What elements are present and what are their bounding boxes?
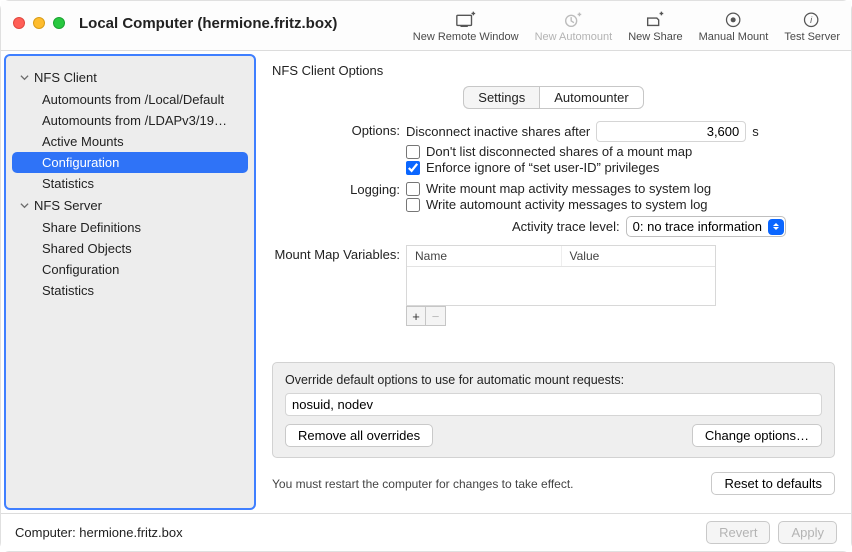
test-server-icon: i [801,9,823,29]
toolbar-label: Manual Mount [699,31,769,43]
toolbar: New Remote Window New Automount New Shar… [412,7,841,43]
log-automount-checkbox[interactable] [406,198,420,212]
override-options-input[interactable] [285,393,822,416]
sidebar-item[interactable]: Shared Objects [6,238,254,259]
log-automount-checkbox-row[interactable]: Write automount activity messages to sys… [406,197,835,212]
chevron-down-icon [20,198,30,213]
sidebar-item[interactable]: Share Definitions [6,217,254,238]
tab-settings[interactable]: Settings [463,86,539,109]
mmv-add-button[interactable]: + [406,306,426,326]
sidebar-item[interactable]: Statistics [6,173,254,194]
manual-mount-button[interactable]: Manual Mount [698,7,770,43]
tab-automounter[interactable]: Automounter [539,86,643,109]
checkbox-label: Enforce ignore of “set user-ID” privileg… [426,160,659,175]
zoom-window-button[interactable] [53,17,65,29]
checkbox-label: Write mount map activity messages to sys… [426,181,711,196]
log-mountmap-checkbox-row[interactable]: Write mount map activity messages to sys… [406,181,835,196]
mmv-controls: + − [406,306,716,326]
logging-label: Logging: [272,180,400,197]
mmv-col-value[interactable]: Value [562,246,716,266]
sidebar-item-configuration[interactable]: Configuration [12,152,248,173]
mmv-table: Name Value [406,245,716,306]
sidebar-item[interactable]: Statistics [6,280,254,301]
disconnect-unit: s [752,124,759,139]
minimize-window-button[interactable] [33,17,45,29]
checkbox-label: Write automount activity messages to sys… [426,197,708,212]
footer: Computer: hermione.fritz.box Revert Appl… [1,513,851,551]
options-label: Options: [272,121,400,138]
svg-text:i: i [810,15,813,25]
disconnect-label: Disconnect inactive shares after [406,124,590,139]
toolbar-label: New Share [628,31,682,43]
trace-level-label: Activity trace level: [512,219,620,234]
enforce-setuid-checkbox-row[interactable]: Enforce ignore of “set user-ID” privileg… [406,160,835,175]
window-title: Local Computer (hermione.fritz.box) [79,15,337,32]
trace-level-select[interactable]: 0: no trace information [626,216,786,237]
toolbar-label: New Automount [535,31,613,43]
new-remote-window-icon [455,9,477,29]
change-options-button[interactable]: Change options… [692,424,822,447]
options-row: Options: Disconnect inactive shares afte… [272,121,835,176]
new-automount-button: New Automount [534,7,614,43]
reset-defaults-button[interactable]: Reset to defaults [711,472,835,495]
plus-icon: + [412,309,420,324]
close-window-button[interactable] [13,17,25,29]
chevron-down-icon [20,70,30,85]
toolbar-label: New Remote Window [413,31,519,43]
mmv-label: Mount Map Variables: [272,245,400,262]
content-pane: NFS Client Options Settings Automounter … [256,51,851,513]
mmv-remove-button: − [426,306,446,326]
footer-computer-label: Computer: hermione.fritz.box [15,525,183,540]
disconnect-timeout-input[interactable] [596,121,746,142]
sidebar-item[interactable]: Automounts from /LDAPv3/19… [6,110,254,131]
main-split: NFS Client Automounts from /Local/Defaul… [1,51,851,513]
new-remote-window-button[interactable]: New Remote Window [412,7,520,43]
automounter-form: Options: Disconnect inactive shares afte… [272,121,835,495]
checkbox-label: Don't list disconnected shares of a moun… [426,144,692,159]
mmv-table-body[interactable] [407,267,715,305]
revert-button: Revert [706,521,770,544]
dont-list-checkbox[interactable] [406,145,420,159]
new-automount-icon [562,9,584,29]
sidebar-item[interactable]: Automounts from /Local/Default [6,89,254,110]
remove-overrides-button[interactable]: Remove all overrides [285,424,433,447]
sidebar: NFS Client Automounts from /Local/Defaul… [4,54,256,510]
toolbar-label: Test Server [784,31,840,43]
new-share-icon [644,9,666,29]
override-box: Override default options to use for auto… [272,362,835,458]
test-server-button[interactable]: i Test Server [783,7,841,43]
sidebar-item[interactable]: Active Mounts [6,131,254,152]
titlebar: Local Computer (hermione.fritz.box) New … [1,1,851,51]
mmv-col-name[interactable]: Name [407,246,562,266]
manual-mount-icon [723,9,745,29]
sidebar-group-nfs-client[interactable]: NFS Client [6,66,254,89]
override-title: Override default options to use for auto… [285,373,822,387]
new-share-button[interactable]: New Share [627,7,683,43]
mmv-table-header: Name Value [407,246,715,267]
window-traffic-lights [13,17,65,29]
log-mountmap-checkbox[interactable] [406,182,420,196]
minus-icon: − [432,309,440,324]
tabs: Settings Automounter [272,86,835,109]
logging-row: Logging: Write mount map activity messag… [272,180,835,237]
sidebar-tree: NFS Client Automounts from /Local/Defaul… [6,56,254,301]
sidebar-group-nfs-server[interactable]: NFS Server [6,194,254,217]
sidebar-item[interactable]: Configuration [6,259,254,280]
enforce-setuid-checkbox[interactable] [406,161,420,175]
mount-map-variables-row: Mount Map Variables: Name Value + [272,245,835,326]
restart-note: You must restart the computer for change… [272,477,574,491]
restart-note-row: You must restart the computer for change… [272,472,835,495]
apply-button: Apply [778,521,837,544]
sidebar-group-label: NFS Server [34,198,102,213]
dont-list-checkbox-row[interactable]: Don't list disconnected shares of a moun… [406,144,835,159]
page-title: NFS Client Options [272,63,835,78]
sidebar-group-label: NFS Client [34,70,97,85]
